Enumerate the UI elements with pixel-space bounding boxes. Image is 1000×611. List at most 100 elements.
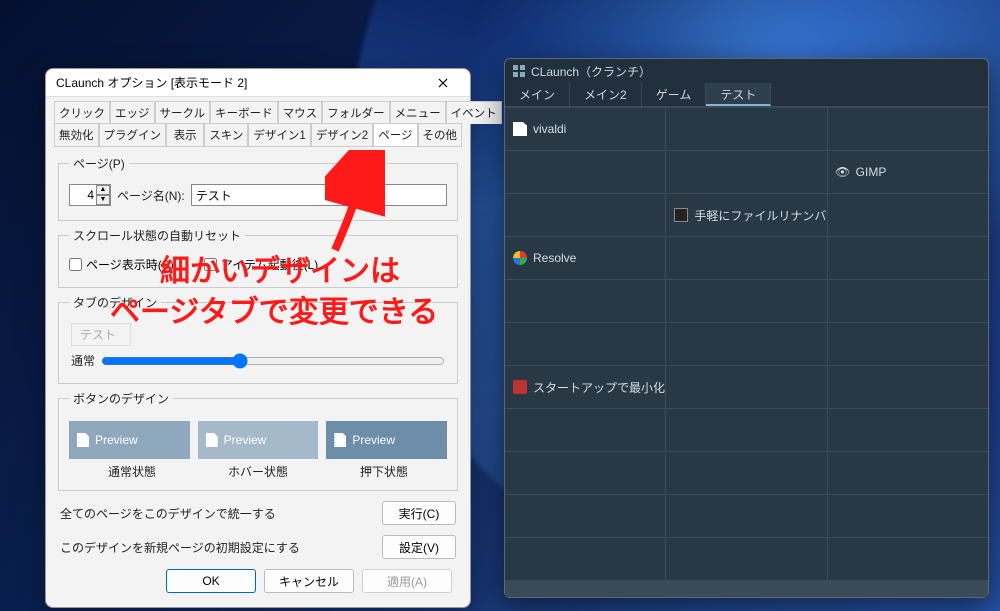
- cell-renamer[interactable]: 手軽にファイルリナンバー: [666, 194, 826, 236]
- cell-empty[interactable]: [828, 237, 988, 279]
- cb-after-launch-input[interactable]: [204, 258, 217, 271]
- cell-empty[interactable]: [666, 108, 826, 150]
- cell-vivaldi[interactable]: vivaldi: [505, 108, 665, 150]
- cell-empty[interactable]: [666, 280, 826, 322]
- options-dialog: CLaunch オプション [表示モード 2] クリック エッジ サークル キー…: [45, 68, 471, 608]
- cell-empty[interactable]: [666, 409, 826, 451]
- cell-empty[interactable]: [666, 366, 826, 408]
- cell-resolve[interactable]: Resolve: [505, 237, 665, 279]
- cell-empty[interactable]: [505, 452, 665, 494]
- tab-design2[interactable]: デザイン2: [311, 123, 373, 147]
- options-title: CLaunch オプション [表示モード 2]: [56, 74, 426, 91]
- cell-empty[interactable]: [505, 194, 665, 236]
- cell-gimp[interactable]: GIMP: [828, 151, 988, 193]
- scroll-reset-legend: スクロール状態の自動リセット: [69, 227, 245, 244]
- newpage-button[interactable]: 設定(V): [382, 535, 456, 559]
- newpage-text: このデザインを新規ページの初期設定にする: [60, 539, 374, 556]
- cell-empty[interactable]: [828, 108, 988, 150]
- page-group: ページ(P) ▲ ▼ ページ名(N):: [58, 155, 458, 221]
- scroll-reset-group: スクロール状態の自動リセット ページ表示時(S) アイテム起動後(L): [58, 227, 458, 288]
- cell-empty[interactable]: [505, 280, 665, 322]
- launcher-tab-test[interactable]: テスト: [706, 83, 771, 106]
- tab-display[interactable]: 表示: [166, 123, 204, 147]
- page-group-legend: ページ(P): [69, 155, 129, 172]
- tab-circle[interactable]: サークル: [155, 101, 211, 124]
- tab-edge[interactable]: エッジ: [110, 101, 155, 124]
- launcher-tab-game[interactable]: ゲーム: [642, 83, 707, 106]
- launcher-tabstrip: メイン メイン2 ゲーム テスト: [505, 83, 988, 107]
- cb-page-shown-label: ページ表示時(S): [86, 256, 174, 273]
- tab-keyboard[interactable]: キーボード: [210, 101, 278, 124]
- tab-design-legend: タブのデザイン: [69, 294, 161, 311]
- cell-renamer-label: 手軽にファイルリナンバー: [694, 207, 826, 224]
- page-number-up[interactable]: ▲: [96, 185, 110, 195]
- file-icon: [334, 433, 346, 447]
- cell-empty[interactable]: [666, 237, 826, 279]
- cell-empty[interactable]: [828, 409, 988, 451]
- cancel-button[interactable]: キャンセル: [264, 569, 354, 593]
- cb-page-shown[interactable]: ページ表示時(S): [69, 256, 174, 273]
- preview-hover-label: Preview: [224, 433, 267, 447]
- launcher-window: CLaunch（クランチ） メイン メイン2 ゲーム テスト vivaldi G…: [504, 58, 989, 598]
- launcher-grid: vivaldi GIMP 手軽にファイルリナンバー Resolve: [505, 107, 988, 597]
- options-titlebar: CLaunch オプション [表示モード 2]: [46, 69, 470, 97]
- tab-plugin[interactable]: プラグイン: [99, 123, 167, 147]
- page-name-input[interactable]: [191, 184, 447, 206]
- tab-event[interactable]: イベント: [446, 101, 502, 124]
- resolve-icon: [513, 251, 527, 265]
- tab-other[interactable]: その他: [418, 123, 463, 147]
- launcher-tab-main2[interactable]: メイン2: [570, 83, 642, 106]
- tab-page[interactable]: ページ: [373, 123, 417, 147]
- options-close-button[interactable]: [426, 72, 460, 94]
- tab-folder[interactable]: フォルダー: [322, 101, 390, 124]
- cell-empty[interactable]: [666, 452, 826, 494]
- cell-empty[interactable]: [505, 495, 665, 537]
- cb-after-launch-label: アイテム起動後(L): [221, 256, 318, 273]
- cell-empty[interactable]: [666, 538, 826, 580]
- tab-design1[interactable]: デザイン1: [248, 123, 310, 147]
- unify-button[interactable]: 実行(C): [382, 501, 456, 525]
- preview-normal[interactable]: Preview: [69, 421, 190, 459]
- page-number-stepper[interactable]: ▲ ▼: [69, 184, 111, 206]
- tab-menu[interactable]: メニュー: [390, 101, 446, 124]
- cell-empty[interactable]: [666, 495, 826, 537]
- tab-design-preview: テスト: [71, 323, 131, 346]
- cell-empty[interactable]: [828, 452, 988, 494]
- cell-empty[interactable]: [828, 538, 988, 580]
- startup-icon: [513, 380, 527, 394]
- cell-empty[interactable]: [666, 323, 826, 365]
- cell-resolve-label: Resolve: [533, 251, 576, 265]
- cb-after-launch[interactable]: アイテム起動後(L): [204, 256, 318, 273]
- cell-empty[interactable]: [505, 409, 665, 451]
- apply-button[interactable]: 適用(A): [362, 569, 452, 593]
- cell-startup[interactable]: スタートアップで最小化起動コ: [505, 366, 665, 408]
- cell-gimp-label: GIMP: [856, 165, 887, 179]
- cell-empty[interactable]: [666, 151, 826, 193]
- tab-click[interactable]: クリック: [54, 101, 110, 124]
- cell-empty[interactable]: [828, 194, 988, 236]
- options-tabstrip: クリック エッジ サークル キーボード マウス フォルダー メニュー イベント …: [54, 101, 462, 147]
- gimp-icon: [836, 165, 850, 179]
- preview-hover[interactable]: Preview: [198, 421, 319, 459]
- launcher-titlebar: CLaunch（クランチ）: [505, 59, 988, 83]
- page-number-down[interactable]: ▼: [96, 195, 110, 205]
- cell-startup-label: スタートアップで最小化起動コ: [533, 379, 665, 396]
- ok-button[interactable]: OK: [166, 569, 256, 593]
- cell-empty[interactable]: [828, 280, 988, 322]
- tab-skin[interactable]: スキン: [204, 123, 248, 147]
- cell-empty[interactable]: [505, 323, 665, 365]
- cell-empty[interactable]: [505, 151, 665, 193]
- tab-design-slider[interactable]: [101, 353, 445, 369]
- cb-page-shown-input[interactable]: [69, 258, 82, 271]
- page-number-input[interactable]: [70, 188, 96, 202]
- preview-press[interactable]: Preview: [326, 421, 447, 459]
- tab-disable[interactable]: 無効化: [54, 123, 99, 147]
- cell-empty[interactable]: [828, 323, 988, 365]
- cell-empty[interactable]: [505, 538, 665, 580]
- tab-mouse[interactable]: マウス: [278, 101, 323, 124]
- tab-design-group: タブのデザイン テスト 通常: [58, 294, 458, 384]
- launcher-tab-main[interactable]: メイン: [505, 83, 570, 106]
- cell-empty[interactable]: [828, 366, 988, 408]
- button-design-group: ボタンのデザイン Preview Preview Preview 通常状態 ホバ…: [58, 390, 458, 491]
- cell-empty[interactable]: [828, 495, 988, 537]
